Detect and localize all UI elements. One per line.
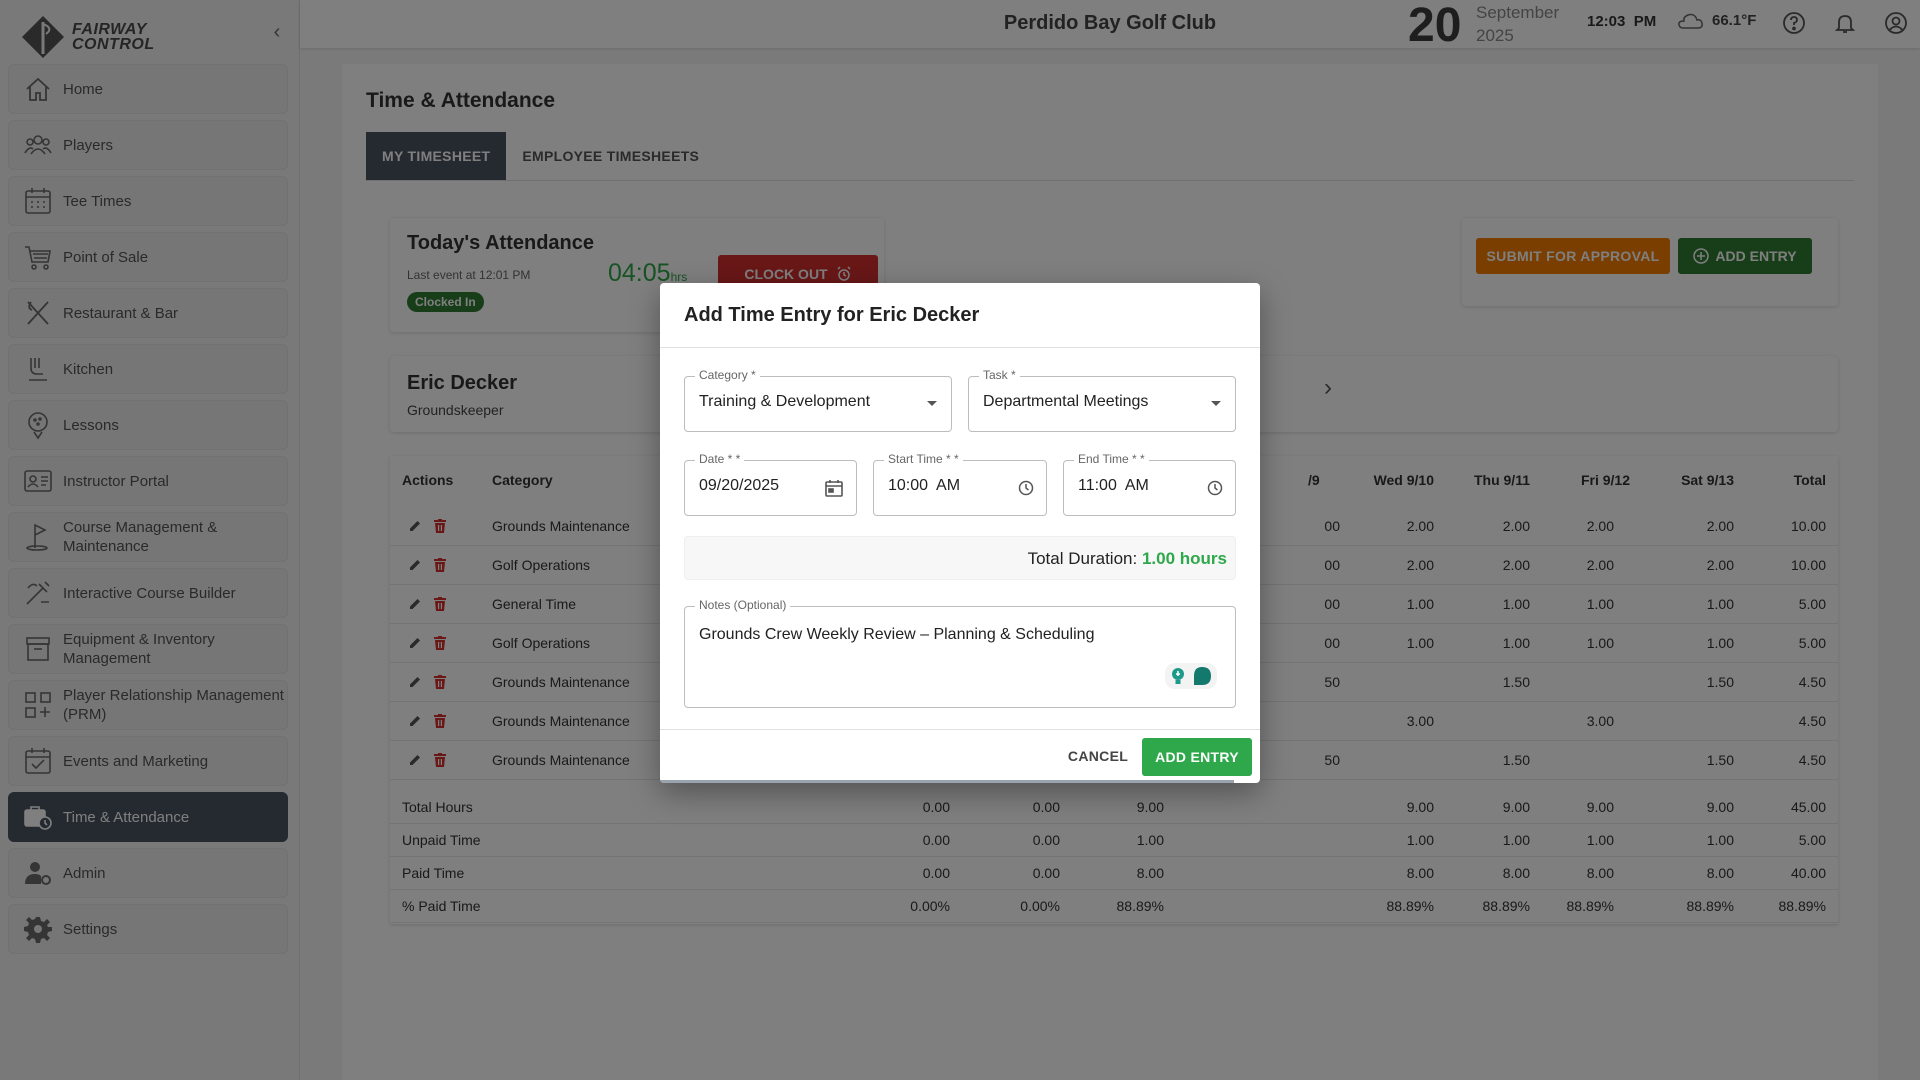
dialog-title: Add Time Entry for Eric Decker xyxy=(684,304,980,326)
task-value: Departmental Meetings xyxy=(983,393,1149,410)
end-time-value: 11:00 AM xyxy=(1078,477,1149,494)
duration-value: 1.00 hours xyxy=(1141,549,1227,568)
end-time-label: End Time * * xyxy=(1074,452,1149,466)
horizontal-scrollbar[interactable] xyxy=(660,780,1234,783)
dialog-divider xyxy=(660,729,1260,730)
category-label: Category * xyxy=(695,368,760,382)
task-label: Task * xyxy=(979,368,1020,382)
clock-icon[interactable] xyxy=(1018,480,1034,496)
add-entry-submit-button[interactable]: ADD ENTRY xyxy=(1142,738,1252,776)
duration-label: Total Duration: xyxy=(1027,549,1138,568)
category-select[interactable]: Category * Training & Development xyxy=(684,368,952,432)
date-value: 09/20/2025 xyxy=(699,477,780,494)
task-select[interactable]: Task * Departmental Meetings xyxy=(968,368,1236,432)
start-time-field[interactable]: Start Time * * 10:00 AM xyxy=(873,452,1047,516)
category-value: Training & Development xyxy=(699,393,871,410)
start-time-label: Start Time * * xyxy=(884,452,963,466)
notes-tools xyxy=(1165,663,1217,689)
dialog-divider xyxy=(660,347,1260,348)
total-duration: Total Duration: 1.00 hours xyxy=(684,536,1236,580)
notes-label: Notes (Optional) xyxy=(695,598,791,612)
start-time-value: 10:00 AM xyxy=(888,477,961,494)
notes-field[interactable]: Notes (Optional) Grounds Crew Weekly Rev… xyxy=(684,598,1236,708)
cancel-button[interactable]: CANCEL xyxy=(1060,738,1136,774)
lightbulb-icon[interactable] xyxy=(1169,666,1187,686)
notes-value: Grounds Crew Weekly Review – Planning & … xyxy=(699,626,1095,643)
end-time-field[interactable]: End Time * * 11:00 AM xyxy=(1063,452,1236,516)
dropdown-arrow-icon xyxy=(927,401,937,406)
date-label: Date * * xyxy=(695,452,745,466)
dropdown-arrow-icon xyxy=(1211,401,1221,406)
add-time-entry-dialog: Add Time Entry for Eric Decker Category … xyxy=(660,283,1260,783)
clock-icon[interactable] xyxy=(1207,480,1223,496)
calendar-icon[interactable] xyxy=(824,478,844,498)
date-field[interactable]: Date * * 09/20/2025 xyxy=(684,452,857,516)
chat-bubble-icon[interactable] xyxy=(1191,665,1213,687)
